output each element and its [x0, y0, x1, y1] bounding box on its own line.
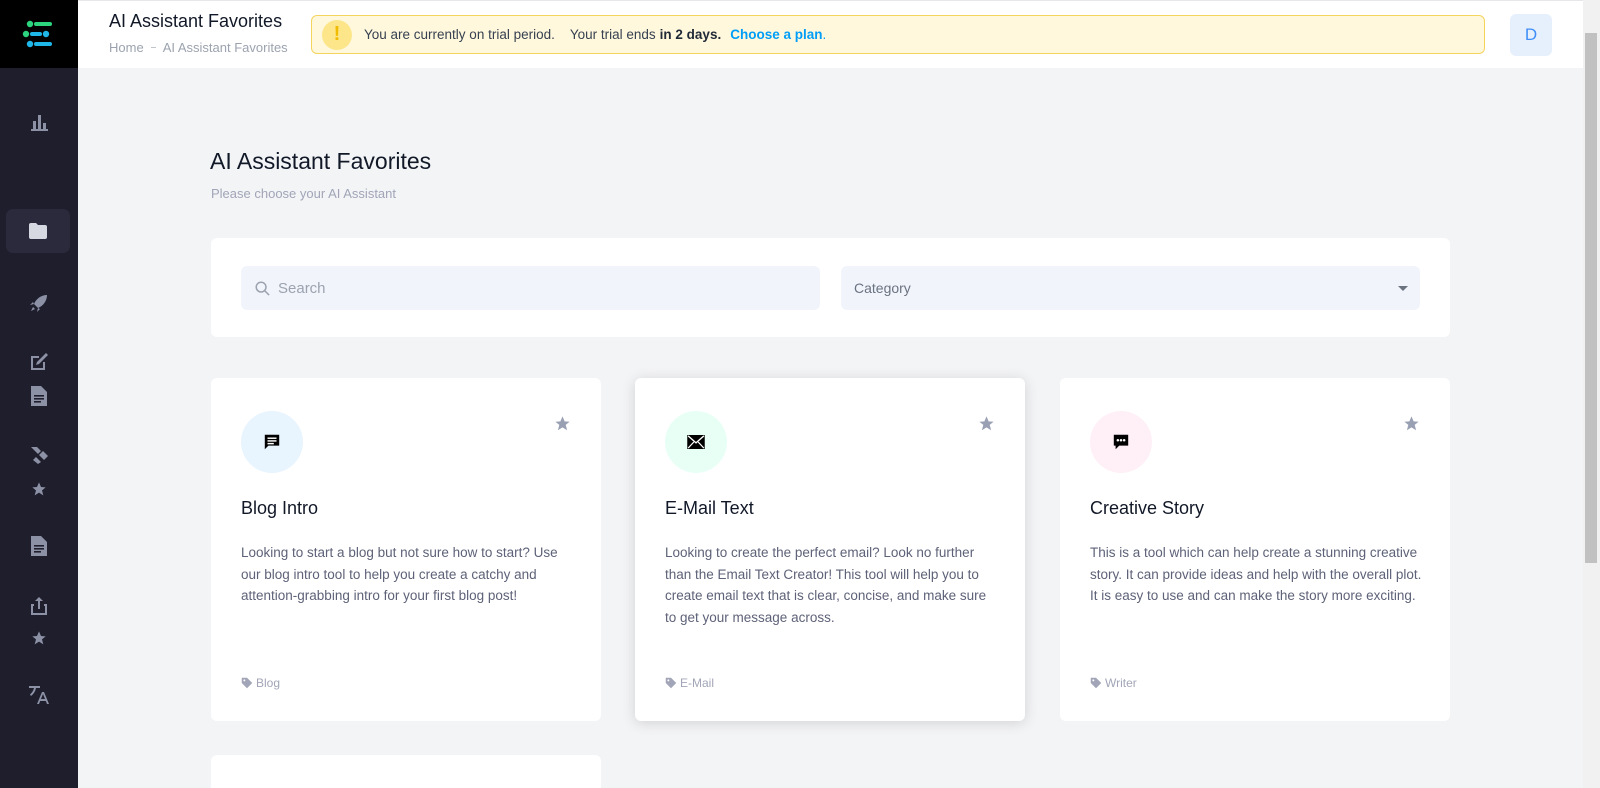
sidebar: [0, 0, 78, 788]
trial-days: in 2 days.: [659, 27, 722, 42]
search-box[interactable]: [241, 266, 820, 310]
sidebar-item-starred[interactable]: [0, 623, 78, 653]
sidebar-item-share[interactable]: [0, 591, 78, 621]
trial-ends-text: Your trial ends: [569, 27, 656, 42]
document-icon: [31, 536, 47, 556]
card-description: Looking to create the perfect email? Loo…: [665, 545, 987, 625]
assistant-card-partial[interactable]: [211, 755, 601, 788]
scrollbar-thumb[interactable]: [1585, 33, 1597, 563]
sidebar-item-templates[interactable]: [0, 531, 78, 561]
breadcrumb-home[interactable]: Home: [109, 40, 144, 55]
envelope-icon: [687, 435, 705, 449]
document-icon: [31, 386, 47, 406]
tag-icon: [241, 677, 253, 689]
avatar[interactable]: D: [1510, 14, 1552, 56]
page-title: AI Assistant Favorites: [109, 11, 283, 31]
sidebar-item-documents[interactable]: [0, 381, 78, 411]
chevron-down-icon: [1398, 286, 1408, 291]
card-title: Blog Intro: [241, 498, 319, 518]
trial-message: You are currently on trial period.: [364, 27, 555, 42]
header: AI Assistant Favorites Home AI Assistant…: [78, 0, 1583, 68]
rocket-icon: [30, 295, 47, 312]
translate-icon: [29, 686, 49, 704]
card-icon-wrap: [1090, 411, 1152, 473]
card-tag-label: Writer: [1105, 676, 1137, 690]
page-scrollbar[interactable]: [1583, 0, 1600, 788]
message-square-icon: [264, 434, 280, 450]
sidebar-item-favorites[interactable]: [0, 474, 78, 504]
assistant-card-email-text[interactable]: E-Mail Text Looking to create the perfec…: [635, 378, 1025, 721]
bar-chart-icon: [31, 115, 48, 131]
card-tag-label: E-Mail: [680, 676, 715, 690]
filter-panel: Category: [211, 238, 1450, 337]
sidebar-item-favorites-folder[interactable]: [6, 209, 70, 253]
star-icon: [32, 631, 46, 645]
card-description: Looking to start a blog but not sure how…: [241, 545, 558, 603]
share-icon: [31, 597, 47, 615]
card-tag: E-Mail: [665, 676, 714, 690]
card-description: This is a tool which can help create a s…: [1090, 545, 1422, 603]
star-icon: [555, 416, 570, 431]
sidebar-item-editor[interactable]: [0, 347, 78, 377]
category-value: Category: [854, 280, 911, 296]
card-tag-label: Blog: [256, 676, 281, 690]
tools-icon: [31, 447, 48, 464]
logo-icon: [22, 20, 52, 48]
search-input[interactable]: [278, 279, 798, 297]
main-title: AI Assistant Favorites: [210, 148, 432, 174]
assistant-card-blog-intro[interactable]: Blog Intro Looking to start a blog but n…: [211, 378, 601, 721]
star-icon: [979, 416, 994, 431]
category-select[interactable]: Category: [841, 266, 1420, 310]
card-title: Creative Story: [1090, 498, 1205, 518]
sidebar-item-translate[interactable]: [0, 680, 78, 710]
star-icon: [1404, 416, 1419, 431]
assistant-card-creative-story[interactable]: Creative Story This is a tool which can …: [1060, 378, 1450, 721]
card-icon-wrap: [665, 411, 727, 473]
favorite-star-button[interactable]: [1403, 415, 1420, 437]
card-tag: Blog: [241, 676, 280, 690]
breadcrumb-current: AI Assistant Favorites: [162, 40, 288, 55]
edit-icon: [31, 353, 48, 370]
trial-banner: ! You are currently on trial period. You…: [311, 15, 1485, 54]
breadcrumb: Home AI Assistant Favorites: [109, 40, 288, 55]
tag-icon: [665, 677, 677, 689]
sidebar-item-dashboard[interactable]: [0, 107, 78, 137]
breadcrumb-separator: [150, 47, 156, 48]
tag-icon: [1090, 677, 1102, 689]
card-icon-wrap: [241, 411, 303, 473]
sidebar-item-tools[interactable]: [0, 440, 78, 470]
plan-period: .: [822, 27, 827, 42]
card-tag: Writer: [1090, 676, 1137, 690]
star-icon: [32, 482, 46, 496]
card-title: E-Mail Text: [665, 498, 754, 518]
search-icon: [255, 280, 270, 296]
folder-icon: [29, 223, 47, 239]
favorite-star-button[interactable]: [554, 415, 571, 437]
main-subtitle: Please choose your AI Assistant: [211, 186, 396, 201]
chat-dots-icon: [1113, 434, 1129, 450]
warning-icon: !: [322, 19, 352, 50]
app-logo[interactable]: [0, 0, 78, 68]
favorite-star-button[interactable]: [978, 415, 995, 437]
choose-plan-link[interactable]: Choose a plan: [730, 27, 822, 42]
sidebar-item-launch[interactable]: [0, 288, 78, 318]
